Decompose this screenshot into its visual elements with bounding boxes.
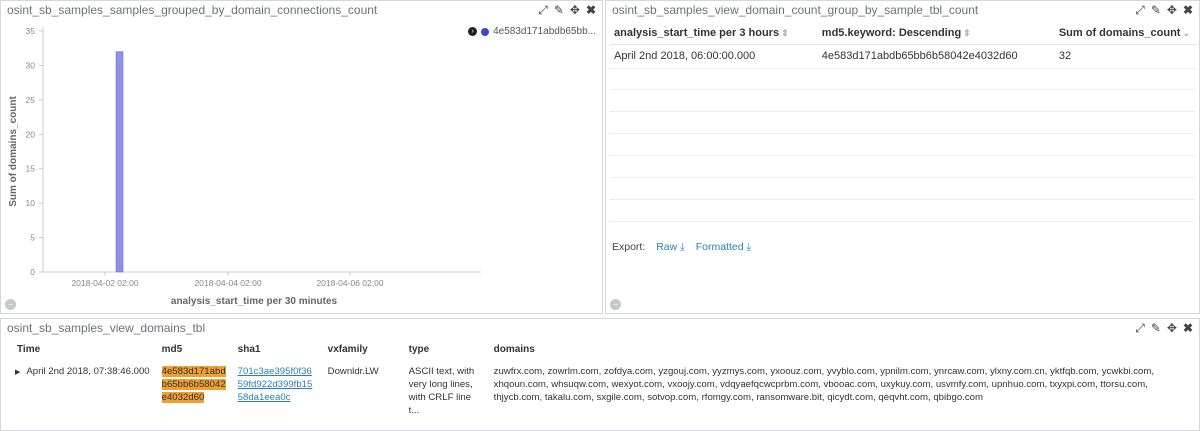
y-tick-label: 15 bbox=[26, 164, 36, 174]
column-header-time[interactable]: Time bbox=[9, 341, 156, 361]
y-tick-label: 5 bbox=[30, 233, 35, 243]
chart-bar bbox=[115, 51, 124, 273]
sha1-link[interactable]: 58da1eea0c bbox=[238, 392, 291, 403]
expand-row-icon[interactable]: ▶ bbox=[15, 369, 20, 376]
md5-line: b65bb6b58042 bbox=[161, 379, 226, 390]
cell-time[interactable]: ▶ April 2nd 2018, 07:38:46.000 bbox=[9, 361, 156, 421]
domains-table-title: osint_sb_samples_view_domains_tbl bbox=[7, 321, 206, 335]
table-divider bbox=[610, 89, 1195, 90]
export-formatted-link[interactable]: Formatted ⤓ bbox=[696, 241, 751, 253]
table-row: April 2nd 2018, 06:00:00.000 4e583d171ab… bbox=[610, 44, 1196, 69]
table-divider bbox=[610, 221, 1195, 222]
close-icon[interactable]: ✖ bbox=[1183, 4, 1193, 16]
sort-icon[interactable]: ⇕ bbox=[781, 28, 789, 38]
x-axis-label: analysis_start_time per 30 minutes bbox=[171, 296, 338, 307]
count-table: analysis_start_time per 3 hours ⇕ md5.key… bbox=[610, 23, 1196, 69]
cell-md5[interactable]: 4e583d171abd b65bb6b58042 e4032d60 bbox=[156, 361, 232, 421]
expand-icon[interactable]: ⤢ bbox=[1135, 4, 1145, 16]
download-icon: ⤓ bbox=[746, 241, 752, 253]
chart-legend[interactable]: › 4e583d171abdb65bb... bbox=[468, 26, 596, 37]
domains-table-panel: osint_sb_samples_view_domains_tbl ⤢ ✎ ✥ … bbox=[0, 318, 1200, 431]
sort-icon[interactable]: ⇕ bbox=[963, 28, 971, 38]
md5-line: e4032d60 bbox=[161, 392, 205, 403]
column-header-domains[interactable]: domains bbox=[488, 341, 1160, 361]
y-tick-label: 30 bbox=[26, 60, 36, 70]
edit-icon[interactable]: ✎ bbox=[1151, 322, 1161, 334]
chart-panel: osint_sb_samples_samples_grouped_by_doma… bbox=[0, 0, 603, 314]
y-tick-label: 35 bbox=[26, 26, 36, 36]
legend-series-label[interactable]: 4e583d171abdb65bb... bbox=[493, 26, 596, 37]
bar-chart: 0 5 10 15 20 25 30 35 2018-04-02 02:00 2018-04-04… bbox=[8, 26, 481, 307]
table-divider bbox=[610, 177, 1195, 178]
cell-md5[interactable]: 4e583d171abdb65bb6b58042e4032d60 bbox=[817, 44, 1055, 69]
count-table-title: osint_sb_samples_view_domain_count_group… bbox=[612, 3, 979, 17]
cell-time[interactable]: April 2nd 2018, 06:00:00.000 bbox=[610, 44, 818, 69]
column-header-type[interactable]: type bbox=[403, 341, 488, 361]
expand-icon[interactable]: ⤢ bbox=[1135, 322, 1145, 334]
edit-icon[interactable]: ✎ bbox=[1151, 4, 1161, 16]
y-tick-label: 25 bbox=[26, 95, 36, 105]
column-header-md5[interactable]: md5 bbox=[156, 341, 232, 361]
column-header-time[interactable]: analysis_start_time per 3 hours ⇕ bbox=[610, 23, 818, 45]
cell-domains[interactable]: zuwfrx.com, zowrlm.com, zofdya.com, yzgo… bbox=[488, 361, 1160, 421]
x-tick-label: 2018-04-02 02:00 bbox=[71, 278, 138, 288]
cell-sum[interactable]: 32 bbox=[1054, 44, 1196, 69]
y-axis-label: Sum of domains_count bbox=[8, 96, 19, 207]
column-header-sum[interactable]: Sum of domains_count ⌄ bbox=[1054, 23, 1196, 45]
cell-vxfamily[interactable]: Downldr.LW bbox=[322, 361, 403, 421]
table-row: ▶ April 2nd 2018, 07:38:46.000 4e583d171a… bbox=[9, 361, 1160, 421]
x-tick-label: 2018-04-04 02:00 bbox=[194, 278, 261, 288]
table-divider bbox=[610, 155, 1195, 156]
y-tick-label: 20 bbox=[26, 129, 36, 139]
y-tick-label: 0 bbox=[30, 267, 35, 277]
column-header-sha1[interactable]: sha1 bbox=[232, 341, 322, 361]
table-divider bbox=[610, 133, 1195, 134]
download-icon: ⤓ bbox=[680, 241, 685, 253]
y-tick-label: 10 bbox=[26, 198, 36, 208]
md5-line: 4e583d171abd bbox=[161, 366, 226, 377]
column-header-vxfamily[interactable]: vxfamily bbox=[322, 341, 403, 361]
collapse-icon[interactable]: − bbox=[610, 299, 621, 310]
move-icon[interactable]: ✥ bbox=[1167, 4, 1177, 16]
sha1-link[interactable]: 59fd922d399fb15 bbox=[238, 379, 313, 390]
export-label: Export: bbox=[612, 241, 646, 253]
export-raw-link[interactable]: Raw ⤓ bbox=[656, 241, 685, 253]
domains-table: Time md5 sha1 vxfamily type domains ▶ Apr… bbox=[9, 341, 1160, 421]
cell-type[interactable]: ASCII text, with very long lines, with C… bbox=[403, 361, 488, 421]
cell-sha1[interactable]: 701c3ae395f0f36 59fd922d399fb15 58da1eea… bbox=[232, 361, 322, 421]
sort-desc-icon[interactable]: ⌄ bbox=[1182, 28, 1190, 38]
domains-table-controls: ⤢ ✎ ✥ ✖ bbox=[1135, 322, 1193, 334]
count-table-controls: ⤢ ✎ ✥ ✖ bbox=[1135, 4, 1193, 16]
count-table-panel: osint_sb_samples_view_domain_count_group… bbox=[605, 0, 1200, 314]
close-icon[interactable]: ✖ bbox=[1183, 322, 1193, 334]
collapse-icon[interactable]: − bbox=[5, 299, 16, 310]
x-tick-label: 2018-04-06 02:00 bbox=[316, 278, 383, 288]
table-divider bbox=[610, 199, 1195, 200]
column-header-md5[interactable]: md5.keyword: Descending ⇕ bbox=[817, 23, 1055, 45]
legend-toggle-icon[interactable]: › bbox=[468, 27, 478, 36]
sha1-link[interactable]: 701c3ae395f0f36 bbox=[238, 366, 312, 377]
table-divider bbox=[610, 111, 1195, 112]
move-icon[interactable]: ✥ bbox=[1167, 322, 1177, 334]
legend-series-dot bbox=[481, 27, 490, 36]
export-bar: Export: Raw ⤓ Formatted ⤓ bbox=[612, 241, 751, 254]
